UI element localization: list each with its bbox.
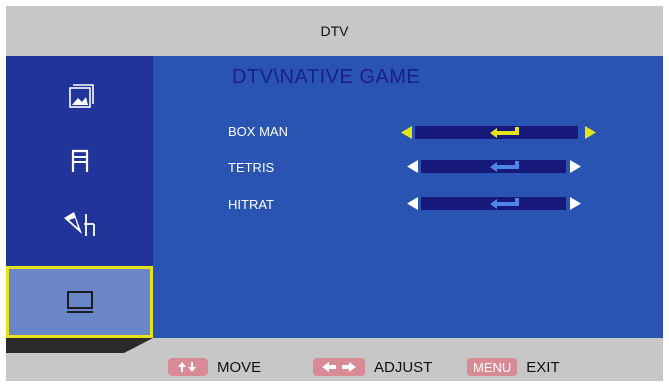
osd-frame: DTV DTV\NATIVE GAME BOX MAN TETRIS HITRA… (6, 6, 663, 381)
game-option-hitrat[interactable] (401, 197, 581, 210)
monitor-icon (66, 291, 93, 313)
music-note-icon (71, 149, 88, 172)
sidebar-item-picture[interactable] (6, 64, 153, 128)
game-label-hitrat: HITRAT (228, 197, 274, 212)
sidebar-item-setup[interactable] (6, 192, 153, 256)
enter-icon (490, 127, 519, 138)
game-label-tetris: TETRIS (228, 160, 275, 175)
enter-icon (490, 198, 519, 209)
adjust-hint: ADJUST (313, 357, 432, 377)
exit-label: EXIT (526, 358, 560, 376)
enter-icon (490, 161, 519, 172)
arrow-right-icon[interactable] (569, 160, 581, 173)
sidebar-footer-wedge (6, 338, 153, 353)
exit-hint: MENU EXIT (467, 357, 560, 377)
left-right-arrows-icon (313, 358, 365, 376)
arrow-left-icon[interactable] (401, 126, 413, 139)
game-label-box-man: BOX MAN (228, 124, 288, 139)
arrow-right-icon[interactable] (569, 197, 581, 210)
arrow-left-icon[interactable] (407, 197, 419, 210)
footer-hints: MOVE ADJUST MENU EXIT (6, 353, 663, 381)
move-hint: MOVE (168, 357, 261, 377)
move-label: MOVE (217, 358, 262, 376)
pen-icon (63, 212, 95, 236)
game-option-box-man[interactable] (401, 126, 596, 139)
game-option-tetris[interactable] (401, 160, 581, 173)
sidebar (6, 56, 153, 338)
sidebar-item-tv[interactable] (6, 266, 153, 338)
sidebar-item-sound[interactable] (6, 128, 153, 192)
arrow-right-icon[interactable] (584, 126, 596, 139)
arrow-left-icon[interactable] (407, 160, 419, 173)
up-down-arrows-icon (168, 358, 208, 376)
window-title: DTV (320, 23, 349, 39)
page-title: DTV\NATIVE GAME (232, 66, 421, 88)
main-panel: DTV\NATIVE GAME BOX MAN TETRIS HITRAT (153, 56, 663, 338)
picture-icon (68, 84, 94, 108)
adjust-label: ADJUST (374, 358, 433, 376)
menu-key: MENU (467, 358, 518, 376)
